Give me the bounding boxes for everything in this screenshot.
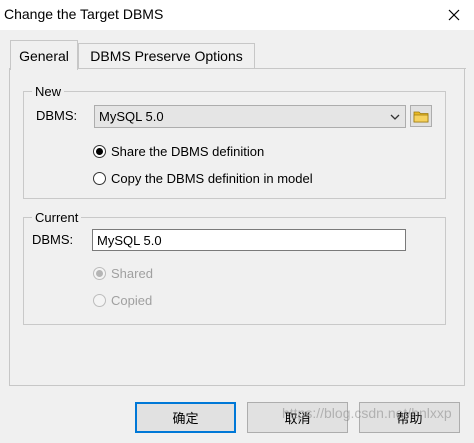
shared-label: Shared [111,266,153,281]
browse-dbms-button[interactable] [410,105,432,127]
copied-radio: Copied [93,293,152,308]
radio-unselected-icon [93,294,106,307]
share-dbms-label: Share the DBMS definition [111,144,265,159]
new-group-legend: New [35,84,62,99]
cancel-button-label: 取消 [284,411,311,426]
close-icon [448,9,460,21]
tab-general[interactable]: General [10,40,78,70]
shared-radio: Shared [93,266,153,281]
current-dbms-label: DBMS: [32,232,74,247]
current-group: Current [23,210,446,325]
current-group-legend: Current [35,210,79,225]
copy-dbms-label: Copy the DBMS definition in model [111,171,313,186]
ok-button[interactable]: 确定 [135,402,236,433]
ok-button-label: 确定 [172,411,199,426]
share-dbms-radio[interactable]: Share the DBMS definition [93,144,264,159]
new-dbms-label: DBMS: [36,108,78,123]
dialog-title: Change the Target DBMS [4,6,164,22]
help-button[interactable]: 帮助 [359,402,460,433]
current-dbms-value: MySQL 5.0 [97,232,162,248]
copied-label: Copied [111,293,153,308]
tab-strip: General DBMS Preserve Options [0,30,474,70]
new-dbms-value: MySQL 5.0 [99,109,164,124]
radio-selected-icon [93,145,106,158]
dialog-window: Change the Target DBMS General DBMS Pres… [0,0,474,443]
copy-dbms-radio[interactable]: Copy the DBMS definition in model [93,171,313,186]
new-dbms-dropdown[interactable]: MySQL 5.0 [94,105,406,128]
tab-general-label: General [19,47,69,64]
current-dbms-field[interactable]: MySQL 5.0 [92,229,406,251]
close-button[interactable] [434,0,474,30]
help-button-label: 帮助 [396,411,423,426]
cancel-button[interactable]: 取消 [247,402,348,433]
tab-dbms-preserve-options[interactable]: DBMS Preserve Options [78,43,255,68]
folder-icon [413,111,429,122]
tab-dbms-preserve-options-label: DBMS Preserve Options [90,48,243,64]
radio-unselected-icon [93,172,106,185]
chevron-down-icon [385,106,405,127]
radio-selected-icon [93,267,106,280]
title-bar: Change the Target DBMS [0,0,474,30]
